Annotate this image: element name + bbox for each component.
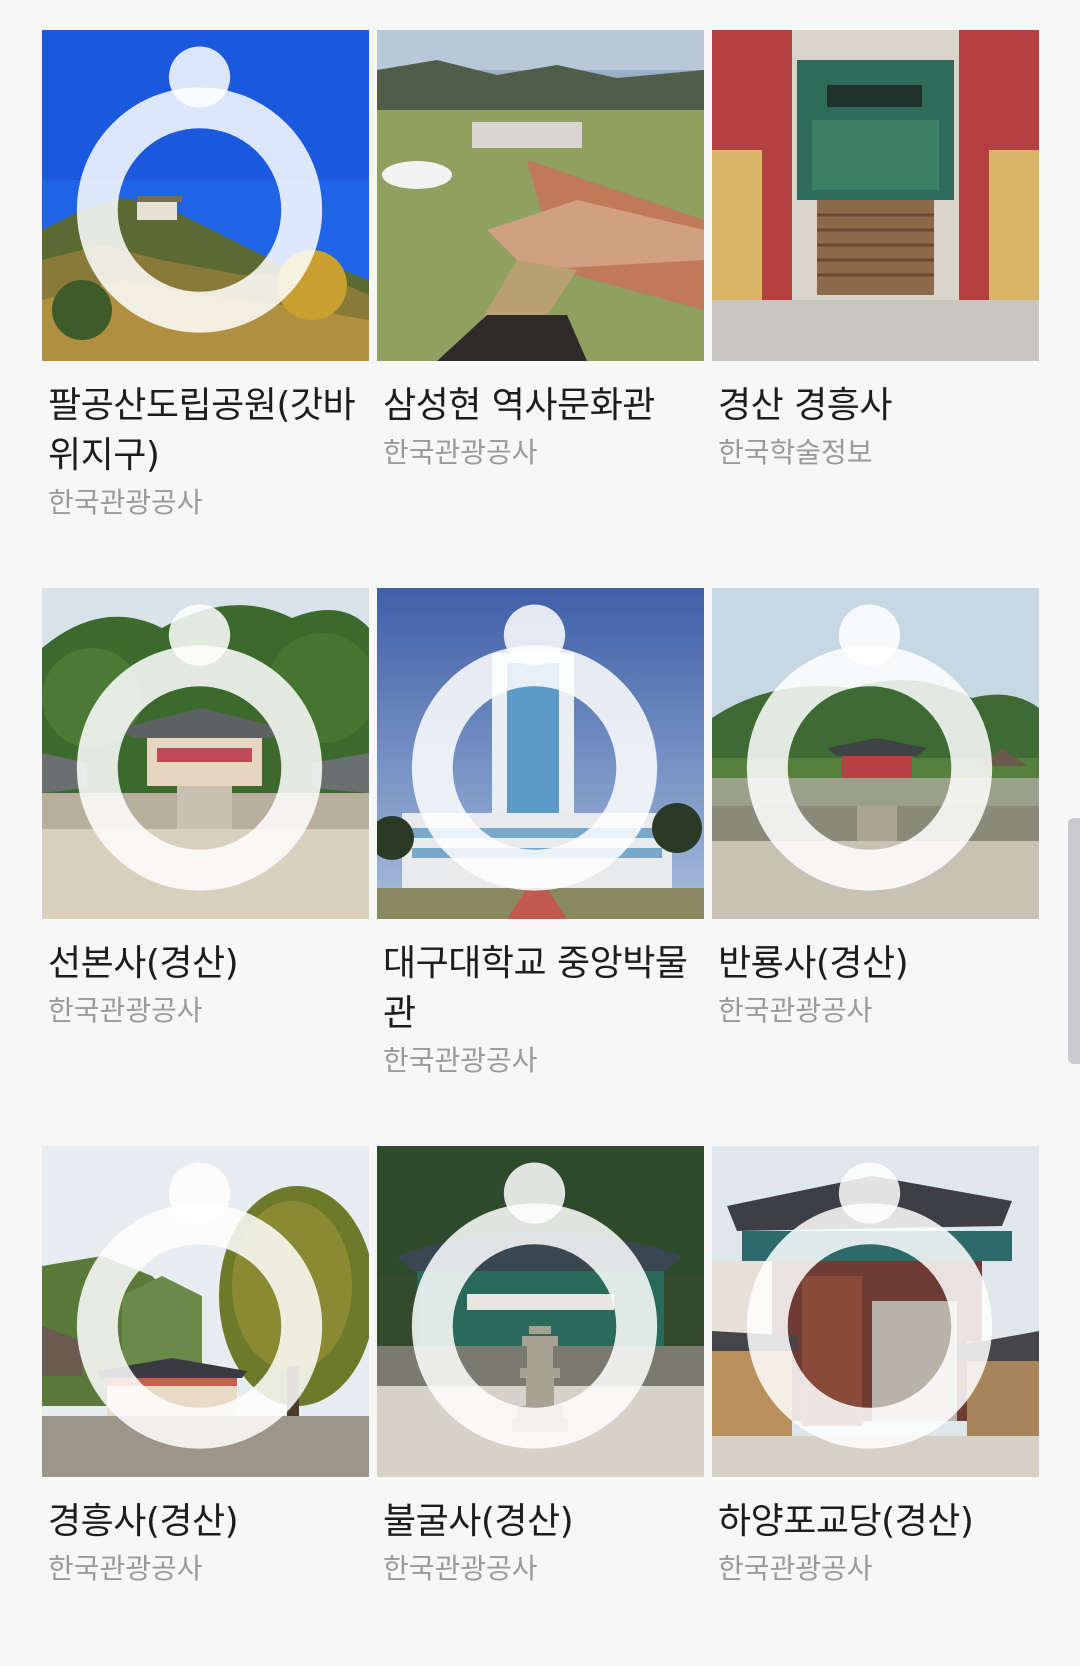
place-thumbnail[interactable] — [377, 588, 704, 919]
place-title[interactable]: 팔공산도립공원(갓바위지구) — [42, 381, 369, 481]
place-source: 한국관광공사 — [718, 1552, 873, 1585]
tourism-watermark-icon — [411, 1162, 658, 1449]
place-title[interactable]: 경산 경흥사 — [712, 381, 1039, 431]
place-card[interactable]: 불굴사(경산) 한국관광공사 — [377, 1146, 704, 1666]
place-title[interactable]: 대구대학교 중앙박물관 — [377, 939, 704, 1039]
tourism-watermark-icon — [76, 1162, 323, 1449]
tourism-watermark-icon — [76, 604, 323, 891]
place-card[interactable]: 하양포교당(경산) 한국관광공사 — [712, 1146, 1039, 1666]
place-title[interactable]: 삼성현 역사문화관 — [377, 381, 704, 431]
museum-park-photo — [377, 30, 704, 361]
place-thumbnail[interactable] — [42, 588, 369, 919]
place-source: 한국관광공사 — [48, 486, 203, 519]
place-source: 한국관광공사 — [48, 994, 203, 1027]
place-thumbnail[interactable] — [712, 30, 1039, 361]
place-thumbnail[interactable] — [42, 30, 369, 361]
place-card[interactable]: 팔공산도립공원(갓바위지구) 한국관광공사 — [42, 30, 369, 588]
place-card[interactable]: 경산 경흥사 한국학술정보 — [712, 30, 1039, 588]
place-source: 한국관광공사 — [718, 994, 873, 1027]
place-source: 한국관광공사 — [383, 1044, 538, 1077]
scrollbar[interactable] — [1068, 818, 1080, 1064]
place-card[interactable]: 반룡사(경산) 한국관광공사 — [712, 588, 1039, 1146]
place-grid: 팔공산도립공원(갓바위지구) 한국관광공사 삼성현 역사문화관 한국관광공사 경… — [42, 30, 1040, 1666]
place-thumbnail[interactable] — [42, 1146, 369, 1477]
tourism-watermark-icon — [746, 1162, 993, 1449]
place-thumbnail[interactable] — [712, 1146, 1039, 1477]
place-source: 한국학술정보 — [718, 436, 873, 469]
place-title[interactable]: 경흥사(경산) — [42, 1497, 369, 1547]
temple-gate-stairs-photo — [712, 30, 1039, 361]
place-title[interactable]: 반룡사(경산) — [712, 939, 1039, 989]
place-title[interactable]: 하양포교당(경산) — [712, 1497, 1039, 1547]
place-thumbnail[interactable] — [712, 588, 1039, 919]
place-thumbnail[interactable] — [377, 30, 704, 361]
place-source: 한국관광공사 — [48, 1552, 203, 1585]
place-title[interactable]: 선본사(경산) — [42, 939, 369, 989]
place-card[interactable]: 경흥사(경산) 한국관광공사 — [42, 1146, 369, 1666]
place-title[interactable]: 불굴사(경산) — [377, 1497, 704, 1547]
tourism-watermark-icon — [746, 604, 993, 891]
place-source: 한국관광공사 — [383, 1552, 538, 1585]
place-card[interactable]: 선본사(경산) 한국관광공사 — [42, 588, 369, 1146]
place-card[interactable]: 대구대학교 중앙박물관 한국관광공사 — [377, 588, 704, 1146]
tourism-watermark-icon — [76, 46, 323, 333]
tourism-watermark-icon — [411, 604, 658, 891]
place-source: 한국관광공사 — [383, 436, 538, 469]
place-thumbnail[interactable] — [377, 1146, 704, 1477]
place-card[interactable]: 삼성현 역사문화관 한국관광공사 — [377, 30, 704, 588]
